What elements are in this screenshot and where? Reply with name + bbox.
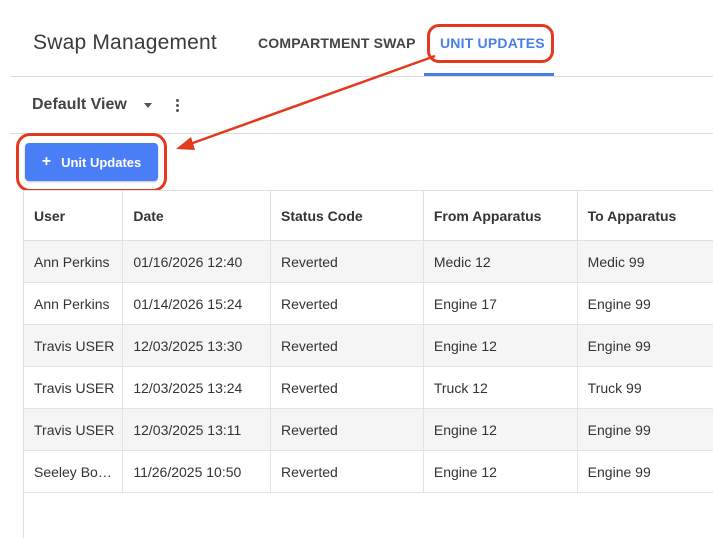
callout-highlight-button xyxy=(16,133,167,192)
cell-status-code: Reverted xyxy=(270,450,424,493)
cell-from-apparatus: Truck 12 xyxy=(423,366,578,409)
cell-from-apparatus: Engine 12 xyxy=(423,324,578,367)
cell-from-apparatus: Engine 12 xyxy=(423,450,578,493)
cell-date: 12/03/2025 13:24 xyxy=(122,366,271,409)
cell-to-apparatus: Engine 99 xyxy=(577,450,713,493)
cell-user: Travis USER xyxy=(24,366,124,409)
cell-user: Seeley Bo… xyxy=(24,450,124,493)
cell-date: 11/26/2025 10:50 xyxy=(122,450,271,493)
cell-from-apparatus: Engine 17 xyxy=(423,282,578,325)
cell-from-apparatus: Engine 12 xyxy=(423,408,578,451)
table-row[interactable]: Travis USER 12/03/2025 13:11 Reverted En… xyxy=(24,408,713,451)
cell-user: Travis USER xyxy=(24,408,124,451)
cell-date: 01/16/2026 12:40 xyxy=(122,240,271,283)
cell-status-code: Reverted xyxy=(270,366,424,409)
column-header-from-apparatus[interactable]: From Apparatus xyxy=(423,191,578,241)
view-selector[interactable]: Default View xyxy=(32,96,127,114)
tab-compartment-swap[interactable]: COMPARTMENT SWAP xyxy=(258,35,416,51)
cell-to-apparatus: Medic 99 xyxy=(577,240,713,283)
cell-date: 12/03/2025 13:11 xyxy=(122,408,271,451)
unit-updates-table: User Date Status Code From Apparatus To … xyxy=(23,190,713,538)
callout-highlight-tab xyxy=(427,24,554,63)
cell-user: Ann Perkins xyxy=(24,282,124,325)
column-header-user[interactable]: User xyxy=(24,191,124,241)
cell-status-code: Reverted xyxy=(270,408,424,451)
cell-from-apparatus: Medic 12 xyxy=(423,240,578,283)
cell-to-apparatus: Engine 99 xyxy=(577,282,713,325)
table-row[interactable]: Ann Perkins 01/16/2026 12:40 Reverted Me… xyxy=(24,240,713,283)
app-header: Swap Management COMPARTMENT SWAP UNIT UP… xyxy=(0,0,713,77)
cell-date: 01/14/2026 15:24 xyxy=(122,282,271,325)
header-divider xyxy=(10,76,713,77)
page-title: Swap Management xyxy=(33,31,217,54)
table-header-row: User Date Status Code From Apparatus To … xyxy=(24,191,713,241)
chevron-down-icon[interactable] xyxy=(144,103,152,108)
cell-status-code: Reverted xyxy=(270,240,424,283)
table-row[interactable]: Seeley Bo… 11/26/2025 10:50 Reverted Eng… xyxy=(24,450,713,493)
cell-status-code: Reverted xyxy=(270,282,424,325)
view-toolbar: Default View xyxy=(0,78,713,133)
cell-to-apparatus: Truck 99 xyxy=(577,366,713,409)
table-row[interactable]: Travis USER 12/03/2025 13:24 Reverted Tr… xyxy=(24,366,713,409)
column-header-date[interactable]: Date xyxy=(122,191,271,241)
more-vert-icon[interactable] xyxy=(176,99,180,112)
column-header-to-apparatus[interactable]: To Apparatus xyxy=(577,191,713,241)
table-row[interactable]: Travis USER 12/03/2025 13:30 Reverted En… xyxy=(24,324,713,367)
cell-user: Ann Perkins xyxy=(24,240,124,283)
cell-user: Travis USER xyxy=(24,324,124,367)
cell-to-apparatus: Engine 99 xyxy=(577,324,713,367)
cell-status-code: Reverted xyxy=(270,324,424,367)
table-row[interactable]: Ann Perkins 01/14/2026 15:24 Reverted En… xyxy=(24,282,713,325)
column-header-status-code[interactable]: Status Code xyxy=(270,191,424,241)
cell-date: 12/03/2025 13:30 xyxy=(122,324,271,367)
cell-to-apparatus: Engine 99 xyxy=(577,408,713,451)
